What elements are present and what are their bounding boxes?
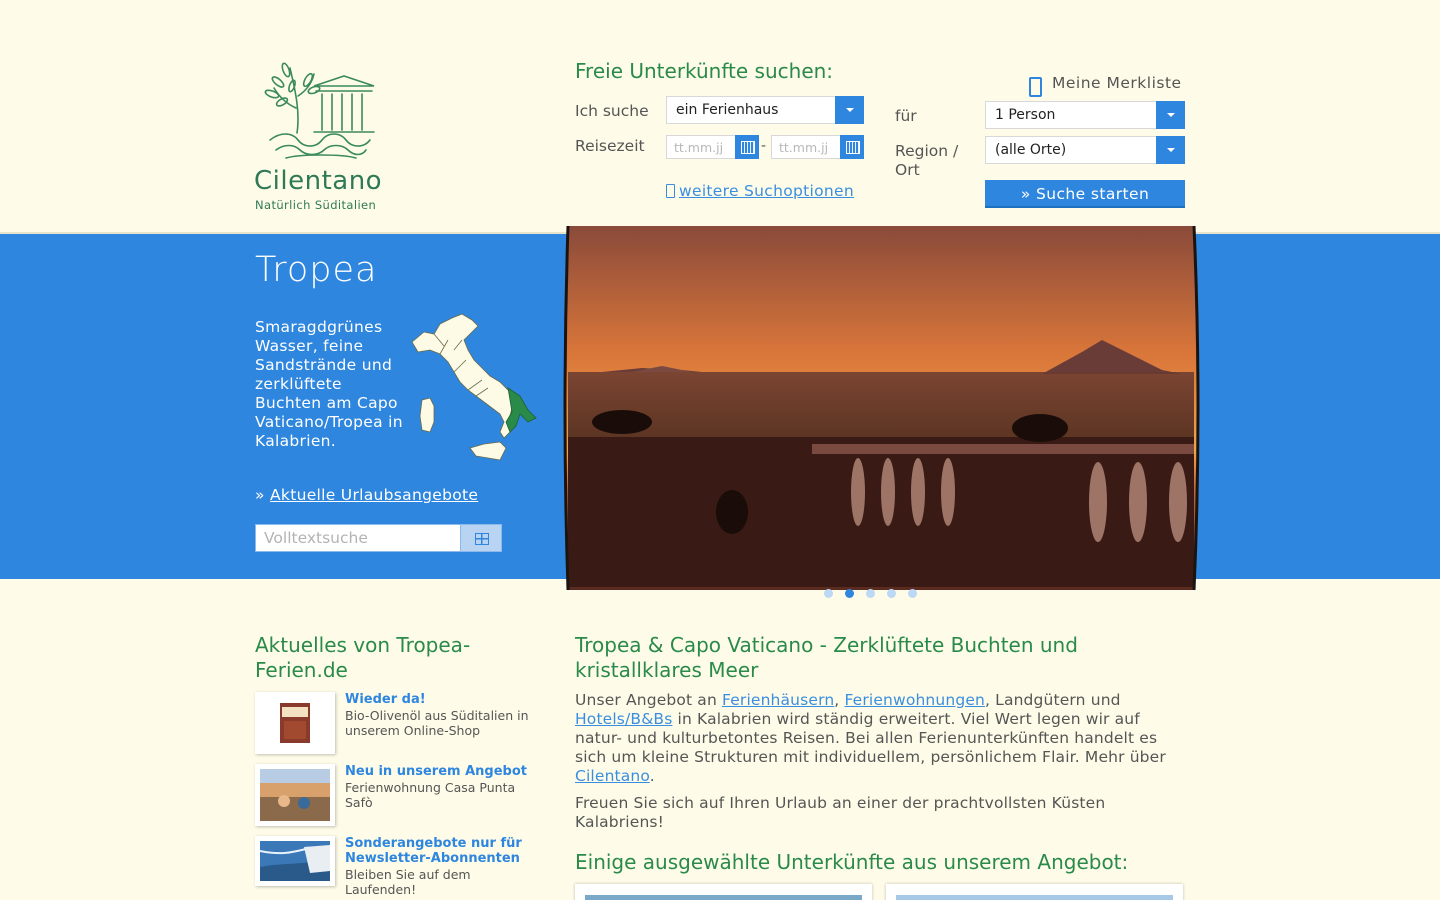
slider-dot[interactable] — [887, 589, 896, 598]
news-headline[interactable]: Neu in unserem Angebot — [345, 764, 545, 779]
accommodation-type-select[interactable]: ein Ferienhaus — [666, 96, 864, 124]
search-title: Freie Unterkünfte suchen: — [575, 59, 834, 83]
date-to-placeholder: tt.mm.jj — [779, 140, 829, 155]
hero-text: Smaragdgrünes Wasser, feine Sandstrände … — [255, 318, 403, 450]
offer-image — [585, 895, 862, 900]
search-icon[interactable] — [460, 524, 502, 552]
chevron-down-icon[interactable] — [1156, 101, 1185, 129]
news-headline[interactable]: Wieder da! — [345, 692, 545, 707]
calendar-icon[interactable] — [840, 135, 864, 159]
news-headline[interactable]: Sonderangebote nur für Newsletter-Abonne… — [345, 836, 545, 866]
date-separator: - — [761, 138, 767, 154]
offer-image — [896, 895, 1173, 900]
more-options-label: weitere Suchoptionen — [679, 182, 855, 200]
region-value: (alle Orte) — [995, 142, 1067, 158]
expand-icon — [666, 184, 675, 198]
news-thumbnail[interactable] — [255, 692, 335, 754]
brand-tagline: Natürlich Süditalien — [255, 198, 377, 212]
logo-emblem-icon — [264, 62, 375, 159]
search-submit-button[interactable]: » Suche starten — [985, 180, 1185, 208]
period-label: Reisezeit — [575, 137, 645, 155]
wishlist-link[interactable]: Meine Merkliste — [1029, 69, 1182, 97]
text-segment: , Landgütern und — [985, 691, 1121, 709]
news-text: Bleiben Sie auf dem Laufenden! — [345, 867, 471, 897]
intro-paragraph: Unser Angebot an Ferienhäusern, Ferienwo… — [575, 691, 1190, 786]
hero-slide-image[interactable] — [562, 222, 1200, 594]
region-label: Region / Ort — [895, 142, 959, 179]
accommodation-type-value: ein Ferienhaus — [676, 102, 779, 118]
wishlist-label: Meine Merkliste — [1052, 74, 1182, 92]
news-item[interactable]: Wieder da! Bio-Olivenöl aus Süditalien i… — [255, 692, 545, 754]
apartment-image — [260, 769, 330, 821]
chevron-down-icon[interactable] — [1156, 136, 1185, 164]
slider-dots — [824, 589, 917, 598]
bookmark-icon — [1029, 77, 1042, 97]
site-logo[interactable]: Cilentano Natürlich Süditalien — [252, 58, 392, 212]
type-label: Ich suche — [575, 102, 649, 120]
persons-label: für — [895, 107, 917, 125]
holiday-apartments-link[interactable]: Ferienwohnungen — [844, 691, 985, 709]
region-select[interactable]: (alle Orte) — [985, 136, 1185, 164]
current-offers-link[interactable]: Aktuelle Urlaubsangebote — [270, 486, 478, 504]
slider-dot[interactable] — [908, 589, 917, 598]
news-text: Bio-Olivenöl aus Süditalien in unserem O… — [345, 708, 529, 738]
coast-image — [260, 841, 330, 881]
brand-name: Cilentano — [254, 166, 383, 196]
offers-link-row: » Aktuelle Urlaubsangebote — [255, 486, 478, 504]
chevron-down-icon[interactable] — [835, 96, 864, 124]
more-search-options-link[interactable]: weitere Suchoptionen — [666, 182, 854, 200]
news-item[interactable]: Sonderangebote nur für Newsletter-Abonne… — [255, 836, 545, 898]
cilentano-link[interactable]: Cilentano — [575, 767, 650, 785]
olive-oil-image — [260, 697, 330, 749]
news-thumbnail[interactable] — [255, 764, 335, 826]
news-item[interactable]: Neu in unserem Angebot Ferienwohnung Cas… — [255, 764, 545, 826]
text-segment: . — [649, 767, 655, 785]
persons-value: 1 Person — [995, 107, 1056, 123]
date-to-input[interactable]: tt.mm.jj — [771, 135, 864, 159]
persons-select[interactable]: 1 Person — [985, 101, 1185, 129]
slider-dot-active[interactable] — [845, 589, 854, 598]
slider-dot[interactable] — [824, 589, 833, 598]
hotels-link[interactable]: Hotels/B&Bs — [575, 710, 672, 728]
link-prefix: » — [255, 486, 271, 504]
slider-dot[interactable] — [866, 589, 875, 598]
calendar-icon[interactable] — [735, 135, 759, 159]
date-from-input[interactable]: tt.mm.jj — [666, 135, 759, 159]
offer-card[interactable] — [575, 884, 872, 900]
hero-title: Tropea — [255, 250, 378, 290]
date-from-placeholder: tt.mm.jj — [674, 140, 724, 155]
offer-card[interactable] — [886, 884, 1183, 900]
holiday-houses-link[interactable]: Ferienhäusern — [722, 691, 834, 709]
fulltext-search — [255, 524, 502, 552]
text-segment: , — [834, 691, 845, 709]
news-thumbnail[interactable] — [255, 836, 335, 886]
offers-title: Einige ausgewählte Unterkünfte aus unser… — [575, 850, 1129, 874]
text-segment: Unser Angebot an — [575, 691, 723, 709]
news-text: Ferienwohnung Casa Punta Safò — [345, 780, 516, 810]
second-paragraph: Freuen Sie sich auf Ihren Urlaub an eine… — [575, 794, 1106, 831]
fulltext-search-input[interactable] — [264, 529, 454, 547]
main-title: Tropea & Capo Vaticano - Zerklüftete Buc… — [575, 633, 1078, 682]
italy-map-icon — [411, 313, 537, 461]
news-title: Aktuelles von Tropea-Ferien.de — [255, 633, 471, 682]
